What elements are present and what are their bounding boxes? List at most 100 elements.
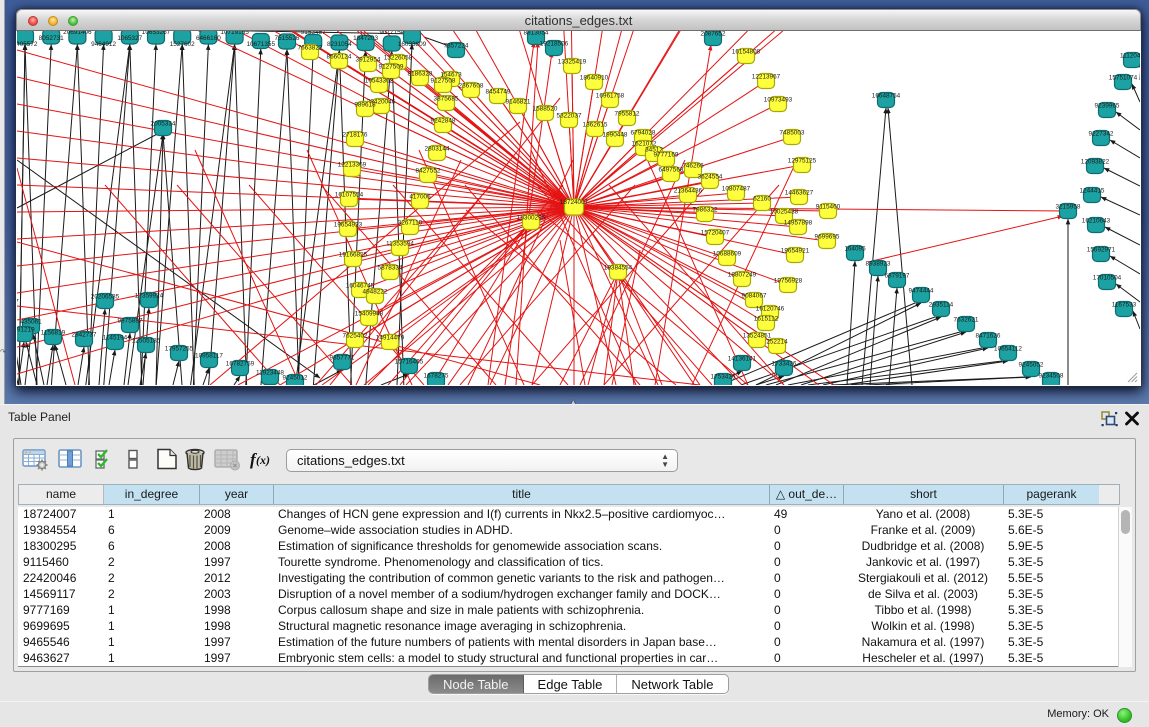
svg-text:18640910: 18640910 <box>580 75 609 82</box>
svg-text:6794028: 6794028 <box>631 130 656 137</box>
svg-text:2367608: 2367608 <box>459 83 484 90</box>
svg-text:10671355: 10671355 <box>247 41 276 48</box>
svg-text:4948222: 4948222 <box>363 289 388 296</box>
svg-text:10654112: 10654112 <box>994 346 1022 353</box>
svg-text:9242848: 9242848 <box>431 118 456 125</box>
svg-text:62160: 62160 <box>753 196 771 203</box>
svg-text:7663822: 7663822 <box>298 45 323 52</box>
svg-text:1065327: 1065327 <box>117 35 142 42</box>
svg-text:16648754: 16648754 <box>872 93 901 100</box>
svg-text:16033809: 16033809 <box>398 41 427 48</box>
svg-text:9227342: 9227342 <box>1089 131 1114 138</box>
svg-text:10973493: 10973493 <box>764 97 793 104</box>
svg-text:10719155: 10719155 <box>220 31 249 36</box>
svg-text:9464912: 9464912 <box>91 41 116 48</box>
svg-text:10688609: 10688609 <box>713 251 742 258</box>
svg-text:1527602: 1527602 <box>170 41 195 48</box>
svg-text:8427552: 8427552 <box>416 168 441 175</box>
svg-text:10958117: 10958117 <box>195 353 223 360</box>
svg-text:417006: 417006 <box>409 194 431 201</box>
svg-text:252214: 252214 <box>766 339 788 346</box>
svg-text:16120746: 16120746 <box>756 306 785 313</box>
svg-text:8471626: 8471626 <box>976 333 1001 340</box>
svg-text:2405572: 2405572 <box>17 41 38 48</box>
svg-text:1753426: 1753426 <box>711 374 736 381</box>
svg-text:1615112: 1615112 <box>754 316 779 323</box>
svg-text:5322037: 5322037 <box>557 113 582 120</box>
svg-text:1847203: 1847203 <box>353 35 378 42</box>
svg-text:1156819: 1156819 <box>41 330 66 337</box>
svg-text:20691406: 20691406 <box>63 31 92 36</box>
svg-text:14136141: 14136141 <box>728 356 757 363</box>
svg-text:18724007: 18724007 <box>560 199 589 206</box>
svg-text:1145194: 1145194 <box>103 335 128 342</box>
svg-text:1112043: 1112043 <box>1120 53 1140 60</box>
svg-text:9127509: 9127509 <box>379 64 404 71</box>
svg-text:8938923: 8938923 <box>866 261 891 268</box>
svg-text:7485003: 7485003 <box>780 130 805 137</box>
svg-text:8454749: 8454749 <box>486 89 511 96</box>
svg-text:2935114: 2935114 <box>929 302 954 309</box>
svg-text:1362615: 1362615 <box>583 122 608 129</box>
svg-text:10653267: 10653267 <box>142 31 171 36</box>
svg-text:1588520: 1588520 <box>533 106 558 113</box>
svg-text:16107554: 16107554 <box>335 192 364 199</box>
svg-text:435061: 435061 <box>20 319 42 326</box>
svg-text:19654923: 19654923 <box>334 222 363 229</box>
svg-text:9975887: 9975887 <box>118 318 143 325</box>
svg-text:19756928: 19756928 <box>774 278 803 285</box>
svg-text:13226058: 13226058 <box>384 55 413 62</box>
svg-text:8813054: 8813054 <box>524 31 549 37</box>
svg-text:6879197: 6879197 <box>885 273 910 280</box>
svg-text:14957898: 14957898 <box>784 220 813 227</box>
svg-text:17359924: 17359924 <box>135 293 164 300</box>
svg-text:16154808: 16154808 <box>732 49 761 56</box>
svg-text:7986322: 7986322 <box>693 207 718 214</box>
svg-text:14914479: 14914479 <box>376 335 405 342</box>
svg-text:9699695: 9699695 <box>815 234 840 241</box>
svg-text:1990448: 1990448 <box>603 132 628 139</box>
svg-text:6497568: 6497568 <box>659 167 684 174</box>
svg-text:16961758: 16961758 <box>596 93 625 100</box>
svg-text:12213369: 12213369 <box>338 162 367 169</box>
svg-text:9127508: 9127508 <box>431 78 456 85</box>
svg-text:9234508: 9234508 <box>1039 373 1064 380</box>
svg-text:7955812: 7955812 <box>615 111 640 118</box>
svg-text:5878334: 5878334 <box>378 265 403 272</box>
svg-text:2005334: 2005334 <box>151 121 176 128</box>
svg-text:12975125: 12975125 <box>788 158 817 165</box>
svg-text:19654921: 19654921 <box>781 248 810 255</box>
svg-text:2942737: 2942737 <box>72 332 97 339</box>
svg-text:13325419: 13325419 <box>558 59 587 66</box>
svg-text:19384554: 19384554 <box>604 265 633 272</box>
svg-text:14463627: 14463627 <box>785 190 814 197</box>
svg-text:3267110: 3267110 <box>398 220 423 227</box>
svg-text:15716465: 15716465 <box>395 359 424 366</box>
svg-text:1167533: 1167533 <box>1112 302 1137 309</box>
svg-text:7357224: 7357224 <box>444 43 469 50</box>
svg-text:1678275: 1678275 <box>424 373 449 380</box>
svg-text:11923448: 11923448 <box>256 370 284 377</box>
svg-text:6466160: 6466160 <box>196 35 221 42</box>
svg-text:2718176: 2718176 <box>343 132 368 139</box>
svg-text:20206535: 20206535 <box>91 294 120 301</box>
svg-text:15720407: 15720407 <box>701 230 730 237</box>
svg-text:16210643: 16210643 <box>1082 218 1111 225</box>
svg-text:21364436: 21364436 <box>674 188 703 195</box>
svg-text:17957255: 17957255 <box>165 346 194 353</box>
svg-text:9146821: 9146821 <box>506 99 531 106</box>
svg-text:8660124: 8660124 <box>327 54 352 61</box>
svg-text:15409948: 15409948 <box>355 311 384 318</box>
svg-text:746266: 746266 <box>682 163 704 170</box>
svg-text:15300295: 15300295 <box>517 215 546 222</box>
svg-text:989618: 989618 <box>354 102 376 109</box>
svg-text:9077154: 9077154 <box>379 31 404 36</box>
svg-text:19166825: 19166825 <box>339 252 368 259</box>
svg-text:9245052: 9245052 <box>1019 362 1044 369</box>
svg-text:7625402: 7625402 <box>343 333 368 340</box>
svg-text:164095: 164095 <box>844 246 866 253</box>
svg-text:18807249: 18807249 <box>728 272 757 279</box>
svg-text:1244415: 1244415 <box>1080 188 1105 195</box>
svg-text:9084067: 9084067 <box>742 293 767 300</box>
svg-text:9245012: 9245012 <box>283 375 308 382</box>
